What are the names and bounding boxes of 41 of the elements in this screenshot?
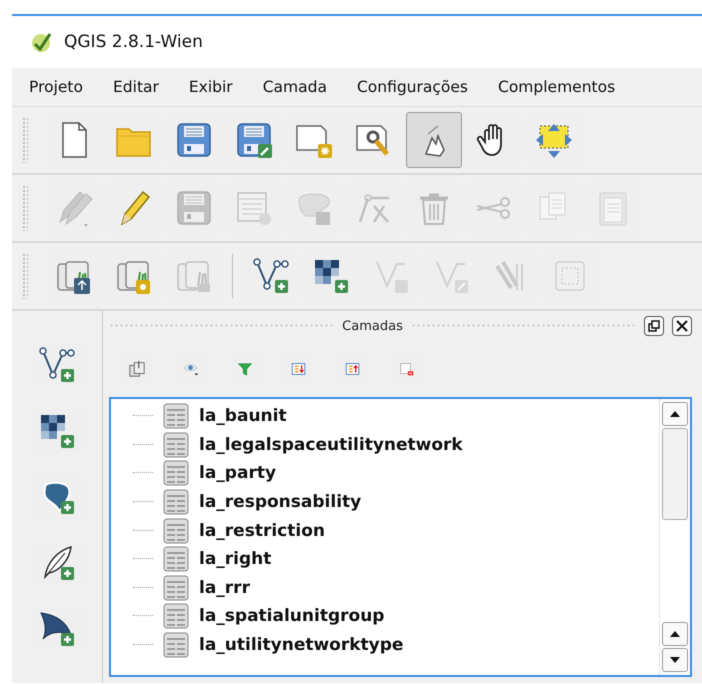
layer-name[interactable]: la_rrr <box>199 578 250 598</box>
float-button[interactable] <box>644 316 664 336</box>
scrollbar-thumb[interactable] <box>662 428 688 520</box>
vector-add-icon <box>37 345 77 385</box>
float-icon <box>648 320 660 332</box>
layer-name[interactable]: la_party <box>199 463 276 484</box>
table-icon <box>163 403 189 430</box>
layer-name[interactable]: la_baunit <box>199 406 287 426</box>
menu-item[interactable]: Configurações <box>340 78 481 96</box>
layer-name[interactable]: la_legalspaceutilitynetwork <box>199 434 463 455</box>
close-icon <box>676 320 688 332</box>
panel-title: Camadas <box>342 318 403 334</box>
table-icon <box>163 460 189 486</box>
scroll-up-button[interactable] <box>662 622 688 646</box>
table-icon <box>163 546 189 572</box>
close-button[interactable] <box>672 316 692 336</box>
vector-add-icon <box>251 256 291 296</box>
table-icon <box>163 518 189 544</box>
app-logo-icon <box>30 30 54 54</box>
layer-name[interactable]: la_utilitynetworktype <box>199 635 404 656</box>
table-icon <box>163 574 189 601</box>
table-icon <box>163 489 189 516</box>
toolbar-button[interactable] <box>406 112 462 168</box>
scroll-down-button[interactable] <box>662 648 688 672</box>
layer-name[interactable]: la_responsability <box>199 492 362 512</box>
menu-item[interactable]: Complementos <box>481 78 628 96</box>
scroll-up-button[interactable] <box>662 402 688 426</box>
up-arrow-icon <box>670 411 680 417</box>
table-icon <box>163 632 189 658</box>
menu-item[interactable]: Camada <box>246 78 340 96</box>
layer-name[interactable]: la_restriction <box>199 520 325 541</box>
table-icon <box>163 603 189 630</box>
up-arrow-icon <box>670 631 680 637</box>
layer-name[interactable]: la_spatialunitgroup <box>199 606 384 626</box>
layer-name[interactable]: la_right <box>199 549 272 570</box>
menu-item[interactable]: Exibir <box>172 78 246 96</box>
menu-item[interactable]: Editar <box>96 78 172 96</box>
window-title: QGIS 2.8.1-Wien <box>64 32 203 52</box>
table-icon <box>163 432 189 458</box>
down-arrow-icon <box>670 657 680 663</box>
menu-item[interactable]: Projeto <box>12 78 96 96</box>
